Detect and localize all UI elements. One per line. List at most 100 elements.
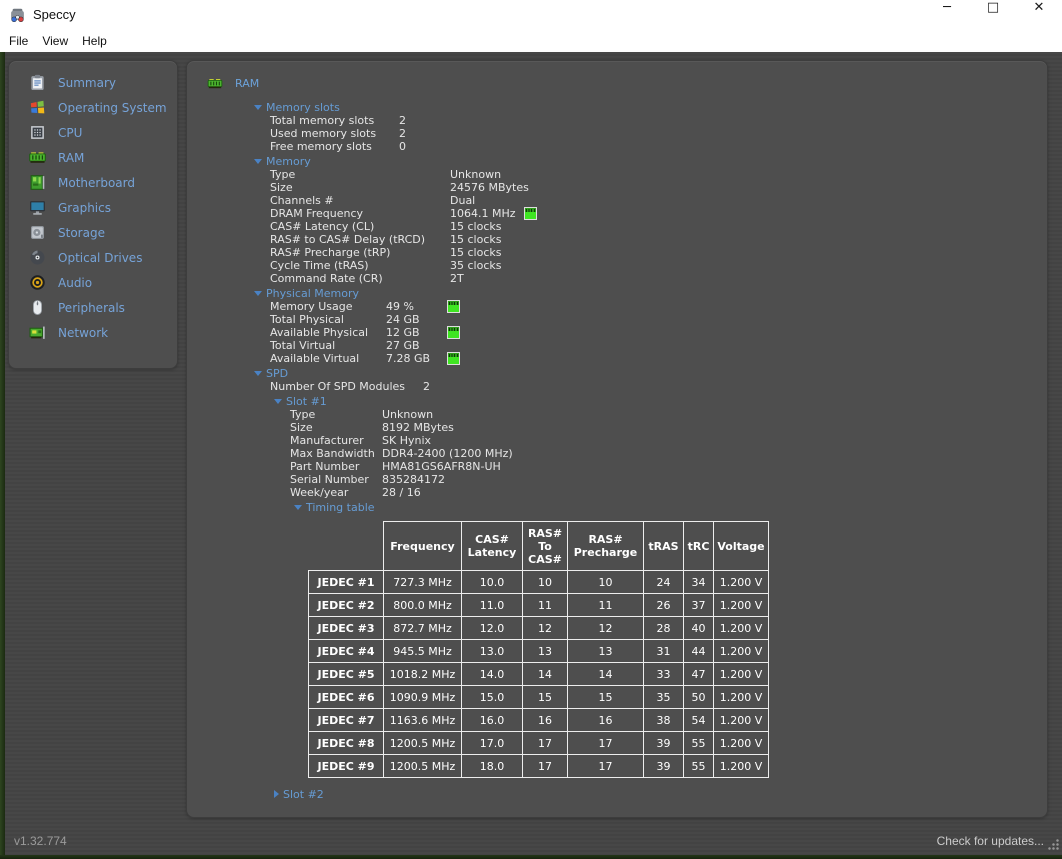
column-header: RAS# To CAS#	[523, 522, 568, 571]
sidebar-item-motherboard[interactable]: Motherboard	[9, 170, 177, 195]
property-label: Number Of SPD Modules	[270, 380, 423, 393]
property-value: 8192 MBytes	[382, 421, 454, 434]
cell-value: 34	[684, 571, 714, 594]
sidebar-item-optical-drives[interactable]: Optical Drives	[9, 245, 177, 270]
property-label: Available Physical	[270, 326, 386, 339]
property-row: ManufacturerSK Hynix	[204, 434, 1047, 447]
cell-value: 38	[644, 709, 684, 732]
level-indicator-icon	[447, 300, 460, 313]
property-label: Week/year	[290, 486, 382, 499]
property-value: 49 %	[386, 300, 439, 313]
cell-value: 54	[684, 709, 714, 732]
cell-value: 16	[523, 709, 568, 732]
cell-value: 1.200 V	[714, 709, 769, 732]
property-label: Part Number	[290, 460, 382, 473]
group-label[interactable]: SPD	[266, 367, 288, 380]
group-slot-2[interactable]: Slot #2	[204, 787, 1047, 801]
property-row: RAS# Precharge (tRP)15 clocks	[204, 246, 1047, 259]
sidebar-item-label: CPU	[58, 126, 82, 140]
collapse-arrow-icon[interactable]	[254, 159, 262, 164]
group-physical-memory[interactable]: Physical Memory	[204, 286, 1047, 300]
group-label[interactable]: Slot #1	[286, 395, 327, 408]
group-label[interactable]: Memory slots	[266, 101, 340, 114]
sidebar-item-cpu[interactable]: CPU	[9, 120, 177, 145]
property-value: 15 clocks	[450, 246, 501, 259]
group-slot-1[interactable]: Slot #1	[204, 394, 1047, 408]
group-timing-table[interactable]: Timing table	[204, 500, 1047, 514]
cell-value: 1.200 V	[714, 755, 769, 778]
check-updates-link[interactable]: Check for updates...	[937, 834, 1044, 848]
summary-icon	[29, 74, 46, 91]
property-value: 28 / 16	[382, 486, 421, 499]
group-label[interactable]: Timing table	[306, 501, 375, 514]
cell-value: 1.200 V	[714, 732, 769, 755]
cell-value: 31	[644, 640, 684, 663]
table-row: JEDEC #81200.5 MHz17.0171739551.200 V	[309, 732, 769, 755]
sidebar-item-audio[interactable]: Audio	[9, 270, 177, 295]
table-header-row: FrequencyCAS# LatencyRAS# To CAS#RAS# Pr…	[309, 522, 769, 571]
row-label: JEDEC #7	[309, 709, 384, 732]
column-header: RAS# Precharge	[568, 522, 644, 571]
cell-value: 727.3 MHz	[384, 571, 462, 594]
sidebar-item-summary[interactable]: Summary	[9, 70, 177, 95]
group-memory-slots[interactable]: Memory slots	[204, 100, 1047, 114]
property-row: Memory Usage49 %	[204, 300, 1047, 313]
window-edge-left	[0, 52, 5, 859]
property-value: SK Hynix	[382, 434, 431, 447]
column-header: CAS# Latency	[462, 522, 523, 571]
row-label: JEDEC #6	[309, 686, 384, 709]
expand-arrow-icon[interactable]	[274, 790, 279, 798]
collapse-arrow-icon[interactable]	[274, 399, 282, 404]
property-label: RAS# to CAS# Delay (tRCD)	[270, 233, 450, 246]
content-panel: RAM Memory slotsTotal memory slots2Used …	[186, 60, 1048, 818]
cell-value: 872.7 MHz	[384, 617, 462, 640]
property-label: Size	[290, 421, 382, 434]
table-row: JEDEC #2800.0 MHz11.0111126371.200 V	[309, 594, 769, 617]
property-row: Command Rate (CR)2T	[204, 272, 1047, 285]
property-row: Serial Number835284172	[204, 473, 1047, 486]
sidebar-item-label: Graphics	[58, 201, 111, 215]
storage-icon	[29, 224, 46, 241]
collapse-arrow-icon[interactable]	[254, 291, 262, 296]
corner-cell	[309, 522, 384, 571]
property-row: Size24576 MBytes	[204, 181, 1047, 194]
property-value: HMA81GS6AFR8N-UH	[382, 460, 501, 473]
group-spd[interactable]: SPD	[204, 366, 1047, 380]
collapse-arrow-icon[interactable]	[254, 371, 262, 376]
sidebar-item-peripherals[interactable]: Peripherals	[9, 295, 177, 320]
menu-view[interactable]: View	[42, 34, 68, 48]
sidebar-item-operating-system[interactable]: Operating System	[9, 95, 177, 120]
resize-grip-icon[interactable]	[1048, 839, 1059, 850]
menu-help[interactable]: Help	[82, 34, 107, 48]
sidebar-item-network[interactable]: Network	[9, 320, 177, 345]
sidebar-item-graphics[interactable]: Graphics	[9, 195, 177, 220]
cell-value: 17	[523, 755, 568, 778]
group-memory[interactable]: Memory	[204, 154, 1047, 168]
collapse-arrow-icon[interactable]	[254, 105, 262, 110]
group-label[interactable]: Memory	[266, 155, 311, 168]
titlebar: Speccy ─ □ ✕	[0, 0, 1062, 30]
maximize-button[interactable]: □	[970, 0, 1016, 30]
ram-icon	[29, 149, 46, 166]
minimize-button[interactable]: ─	[924, 0, 970, 30]
property-row: Number Of SPD Modules2	[204, 380, 1047, 393]
menu-file[interactable]: File	[9, 34, 28, 48]
sidebar-item-ram[interactable]: RAM	[9, 145, 177, 170]
close-button[interactable]: ✕	[1016, 0, 1062, 30]
row-label: JEDEC #5	[309, 663, 384, 686]
cell-value: 17	[523, 732, 568, 755]
property-value: 7.28 GB	[386, 352, 439, 365]
cell-value: 14.0	[462, 663, 523, 686]
property-label: RAS# Precharge (tRP)	[270, 246, 450, 259]
sidebar-item-label: Storage	[58, 226, 105, 240]
group-label[interactable]: Physical Memory	[266, 287, 359, 300]
collapse-arrow-icon[interactable]	[294, 505, 302, 510]
table-row: JEDEC #1727.3 MHz10.0101024341.200 V	[309, 571, 769, 594]
cell-value: 800.0 MHz	[384, 594, 462, 617]
group-label[interactable]: Slot #2	[283, 788, 324, 801]
optical-icon	[29, 249, 46, 266]
cell-value: 28	[644, 617, 684, 640]
property-value: 15 clocks	[450, 220, 501, 233]
cell-value: 945.5 MHz	[384, 640, 462, 663]
sidebar-item-storage[interactable]: Storage	[9, 220, 177, 245]
